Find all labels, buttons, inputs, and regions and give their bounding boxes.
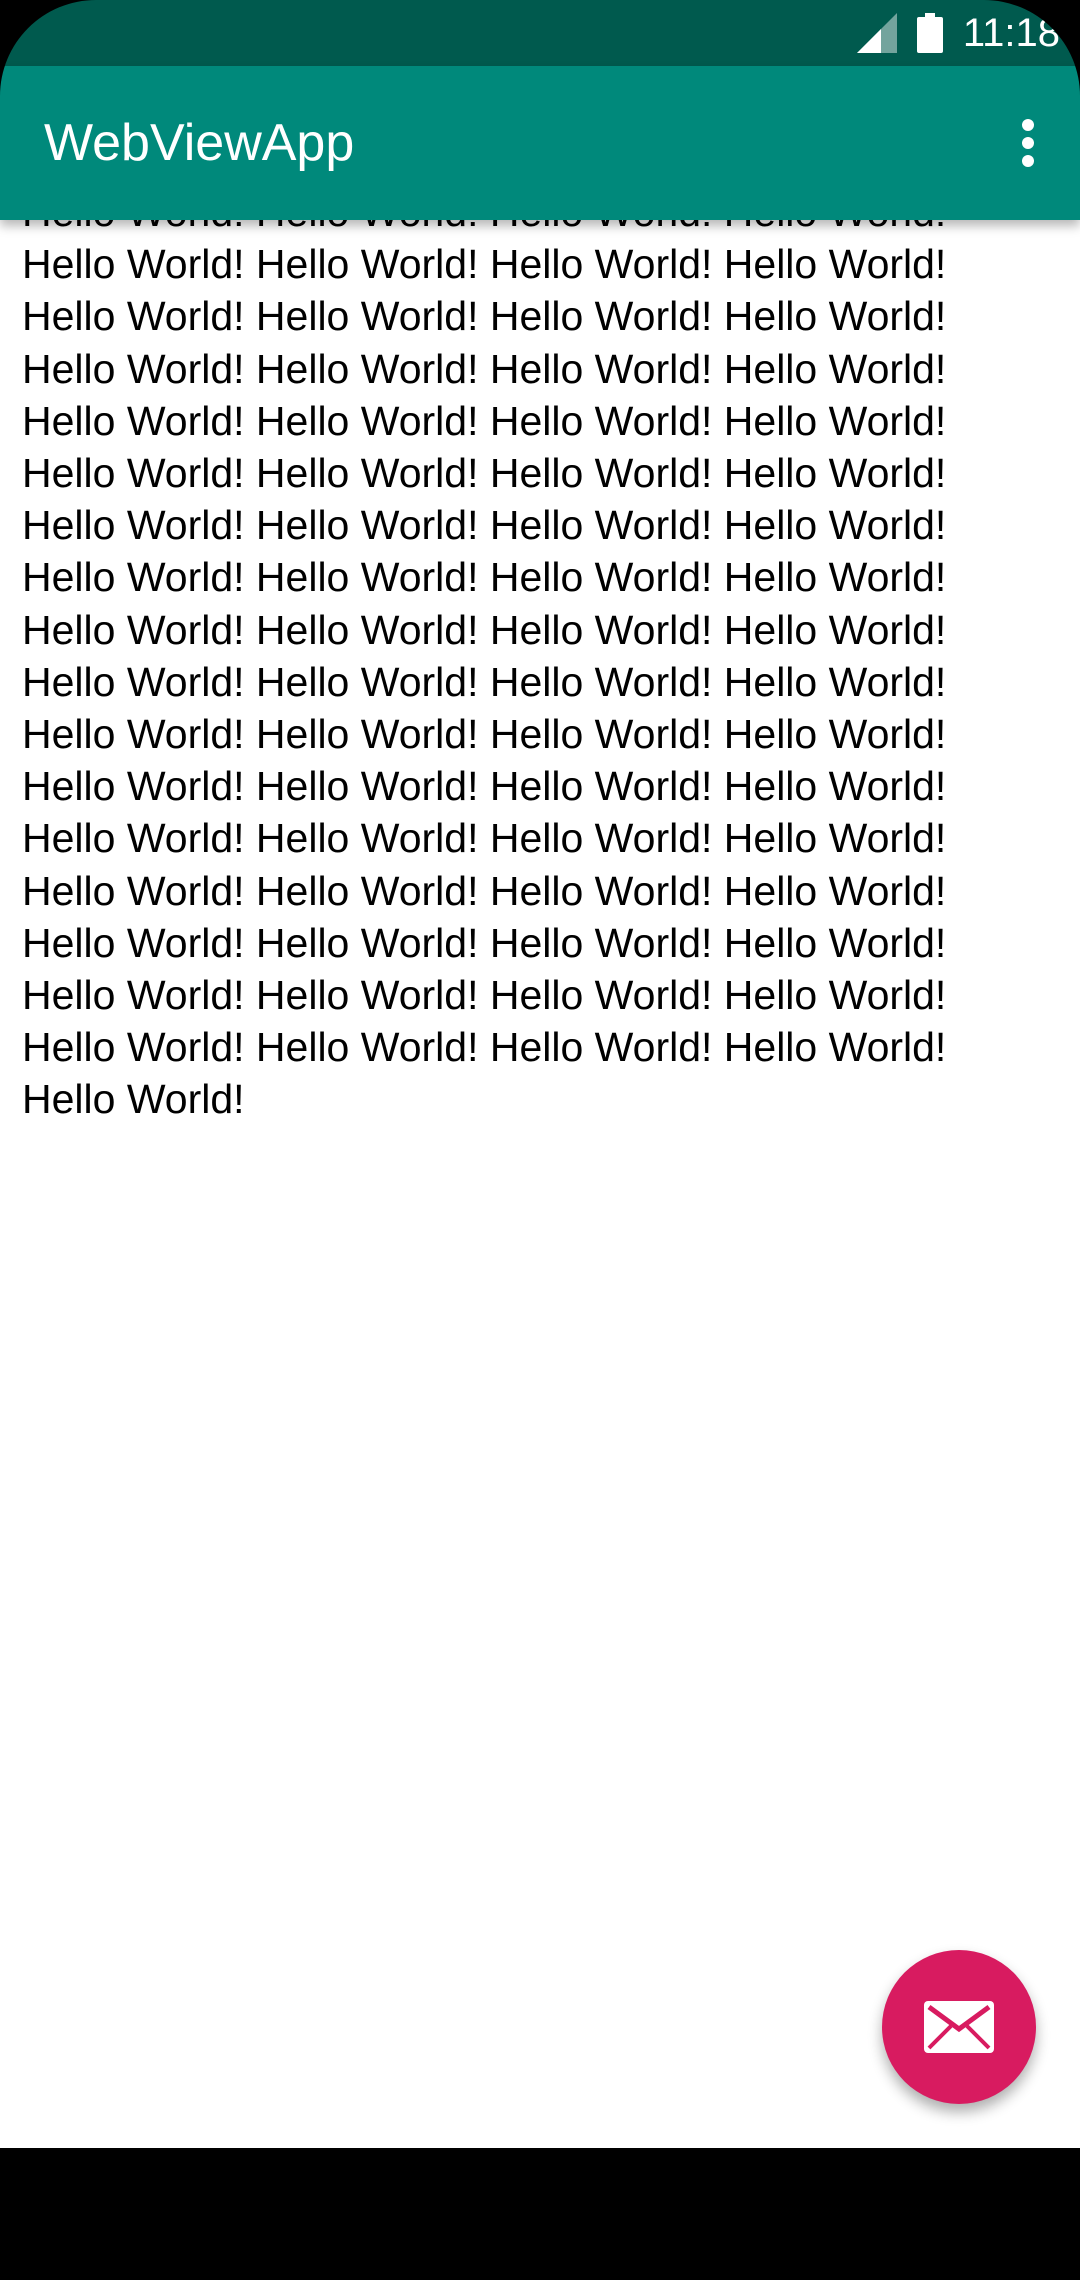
status-time: 11:18 [962,11,1060,55]
status-bar: 11:18 [0,0,1080,66]
status-icons: 11:18 [856,0,1060,66]
battery-icon [916,13,943,53]
navigation-bar [0,2148,1080,2280]
overflow-menu-button[interactable] [988,103,1068,183]
webview[interactable]: Hello World! Hello World! Hello World! H… [0,220,1080,2148]
webview-text: Hello World! Hello World! Hello World! H… [22,220,947,1123]
app-bar: WebViewApp [0,66,1080,220]
mail-fab-button[interactable] [882,1950,1036,2104]
mail-icon [924,2001,994,2053]
more-vert-icon [1022,119,1034,167]
app-title: WebViewApp [44,114,355,172]
phone-screen: 11:18 WebViewApp Hello World! Hello Worl… [0,0,1080,2280]
signal-icon [856,13,897,53]
